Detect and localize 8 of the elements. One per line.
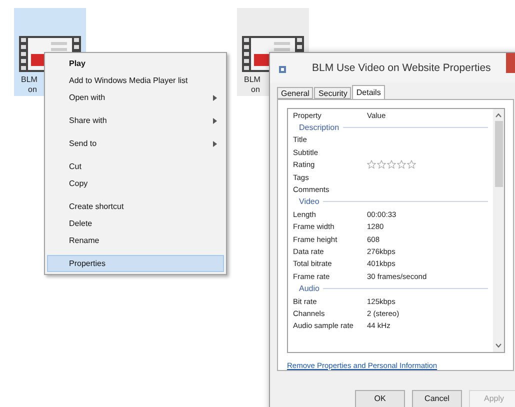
group-heading: Description bbox=[299, 123, 340, 132]
group-heading: Audio bbox=[299, 284, 320, 294]
file-name: BLM bbox=[244, 75, 260, 85]
window-title: BLM Use Video on Website Properties bbox=[312, 62, 491, 74]
group-heading: Video bbox=[299, 197, 320, 206]
file-name: BLM bbox=[21, 75, 38, 85]
file-name: on bbox=[250, 85, 260, 95]
file-name: on bbox=[27, 85, 37, 95]
